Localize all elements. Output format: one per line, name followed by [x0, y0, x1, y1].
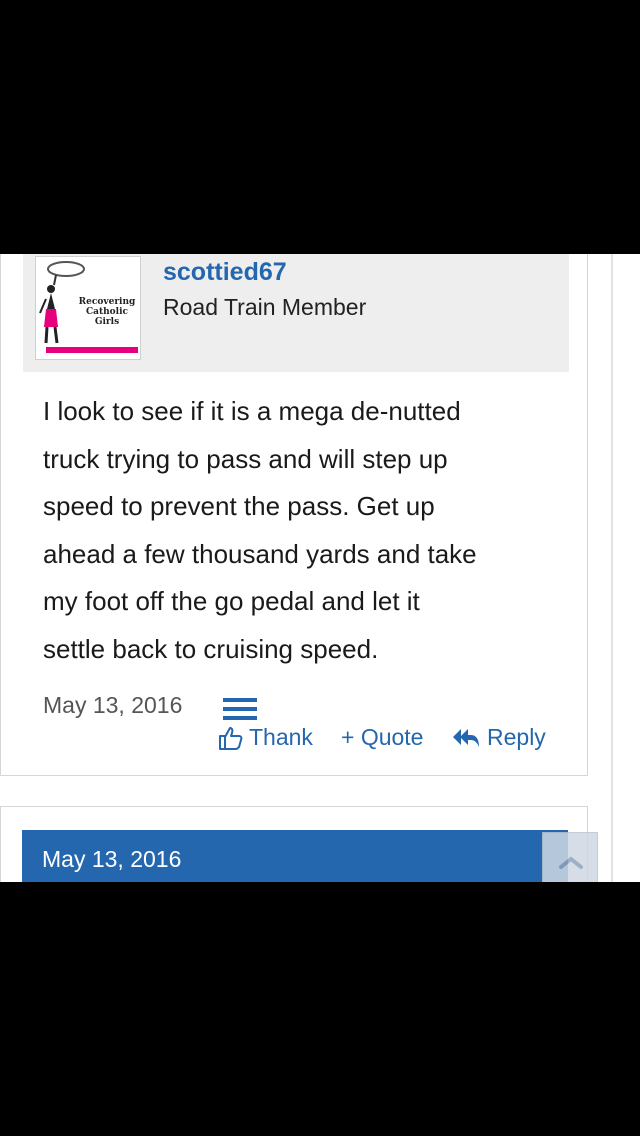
- post-line: truck trying to pass and will step up: [43, 443, 448, 474]
- post-line: ahead a few thousand yards and take: [43, 538, 477, 569]
- reply-label: Reply: [487, 724, 546, 750]
- post-body: I look to see if it is a mega de-nutted …: [43, 388, 563, 673]
- chevron-up-icon: [559, 856, 583, 869]
- post-line: my foot off the go pedal and let it: [43, 586, 420, 616]
- post-card: Recovering Catholic Girls scottied67 Roa…: [0, 254, 588, 776]
- user-title: Road Train Member: [163, 294, 367, 320]
- quote-label: + Quote: [341, 724, 424, 750]
- next-post-header: May 13, 2016: [22, 830, 568, 882]
- thank-label: Thank: [249, 724, 313, 750]
- thank-button[interactable]: Thank: [217, 724, 313, 751]
- post-author-box: Recovering Catholic Girls scottied67 Roa…: [23, 254, 569, 372]
- menu-icon[interactable]: [221, 696, 261, 722]
- reply-all-icon: [453, 728, 479, 747]
- post-date-link[interactable]: May 13, 2016: [43, 692, 182, 719]
- post-line: I look to see if it is a mega de-nutted: [43, 396, 461, 426]
- next-post-date[interactable]: May 13, 2016: [42, 846, 181, 873]
- avatar[interactable]: Recovering Catholic Girls: [35, 256, 141, 360]
- post-line: speed to prevent the pass. Get up: [43, 491, 435, 521]
- quote-button[interactable]: + Quote: [341, 724, 423, 751]
- thumbs-up-icon: [219, 726, 243, 750]
- username-link[interactable]: scottied67: [163, 258, 287, 287]
- avatar-band: [46, 347, 138, 353]
- post-line: settle back to cruising speed.: [43, 633, 379, 664]
- reply-button[interactable]: Reply: [451, 724, 546, 751]
- forum-thread-view: Recovering Catholic Girls scottied67 Roa…: [0, 254, 640, 882]
- divider: [611, 254, 613, 882]
- avatar-logo-text: Recovering Catholic Girls: [78, 297, 136, 327]
- scroll-to-top-button[interactable]: [542, 832, 598, 882]
